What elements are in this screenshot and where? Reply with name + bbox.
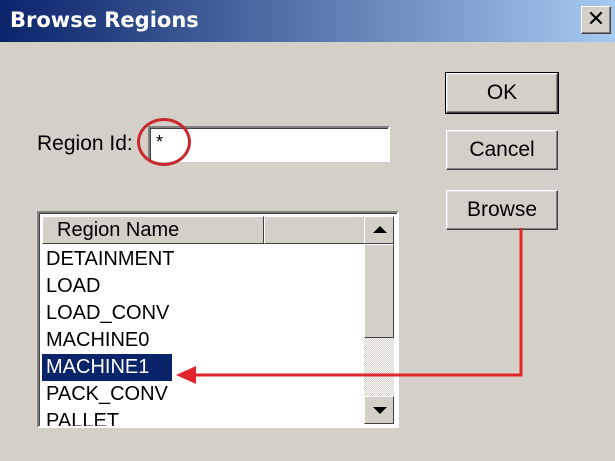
arrow-head-icon xyxy=(176,366,196,384)
arrow-annotation xyxy=(176,228,523,384)
arrow-line xyxy=(192,228,523,377)
browse-regions-dialog: Browse Regions ✕ OK Cancel Browse Region… xyxy=(0,0,615,461)
